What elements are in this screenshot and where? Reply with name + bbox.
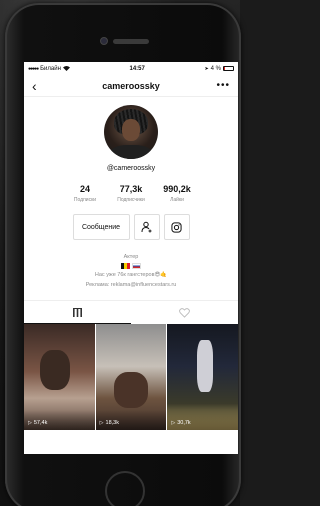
stat-value: 77,3k [119, 184, 143, 194]
bio-line-1: Актер [123, 254, 139, 260]
bio-line-3[interactable]: Реклама: reklama@influencestars.ru [24, 280, 238, 290]
view-count-text: 57,4k [33, 420, 48, 426]
profile-actions: Сообщение [24, 214, 238, 240]
thumb-figure [40, 350, 70, 390]
signal-icon: ●●●●● [28, 65, 39, 72]
username-handle: @cameroossky [106, 165, 156, 172]
earpiece [113, 39, 149, 44]
status-bar: ●●●●● Билайн 14:57 ➤ 4 % [24, 62, 238, 75]
view-count-text: 30,7k [177, 420, 191, 426]
status-time: 14:57 [129, 65, 145, 72]
bio-flags [24, 262, 238, 270]
bio-line-2: Нас уже 76к гангстеров😎🤙 [94, 272, 168, 278]
stat-value: 990,2k [163, 184, 191, 194]
video-thumbnail[interactable]: ▷ 30,7k [167, 324, 238, 430]
instagram-button[interactable] [163, 214, 190, 240]
video-thumbnail[interactable]: ▷ 18,3k [95, 324, 167, 430]
chevron-left-icon[interactable]: ‹ [32, 79, 48, 93]
stat-followers[interactable]: 77,3k Подписчики [108, 184, 154, 203]
battery-icon [223, 66, 234, 71]
location-icon: ➤ [204, 65, 209, 72]
video-thumbnail[interactable]: ▷ 57,4k [24, 324, 95, 430]
avatar-face [122, 119, 140, 141]
stat-label: Подписчики [117, 197, 145, 203]
front-camera [100, 37, 108, 45]
app-screen: ●●●●● Билайн 14:57 ➤ 4 % ‹ cameroossky •… [24, 62, 238, 454]
more-horizontal-icon[interactable]: ••• [214, 80, 230, 91]
status-left: ●●●●● Билайн [28, 66, 70, 72]
message-button[interactable]: Сообщение [72, 214, 130, 240]
heart-icon [179, 307, 190, 318]
video-grid: ▷ 57,4k ▷ 18,3k ▷ 30,7k [24, 324, 238, 430]
stat-label: Подписки [73, 197, 97, 203]
tab-videos[interactable] [24, 301, 131, 324]
profile-bio: Актер Нас уже 76к гангстеров😎🤙 Реклама: … [24, 252, 238, 290]
play-icon: ▷ [28, 420, 32, 426]
stat-likes[interactable]: 990,2k Лайки [154, 184, 200, 203]
view-count-text: 18,3k [105, 420, 119, 426]
view-count: ▷ 30,7k [171, 420, 190, 426]
stat-following[interactable]: 24 Подписки [62, 184, 108, 203]
grid-icon [73, 307, 82, 317]
top-nav: ‹ cameroossky ••• [24, 75, 238, 97]
add-user-icon [141, 221, 151, 233]
view-count: ▷ 18,3k [100, 420, 119, 426]
carrier-name: Билайн [40, 65, 61, 72]
page-title: cameroossky [102, 80, 160, 91]
profile-stats: 24 Подписки 77,3k Подписчики 990,2k Лайк… [24, 184, 238, 203]
battery-percent: 4 % [210, 65, 221, 72]
view-count: ▷ 57,4k [28, 420, 47, 426]
thumb-figure [197, 340, 214, 392]
avatar[interactable] [104, 105, 158, 159]
instagram-icon [171, 221, 182, 233]
stat-label: Лайки [170, 197, 184, 203]
add-friend-button[interactable] [133, 214, 160, 240]
wifi-icon [62, 66, 70, 71]
profile-tabs [24, 300, 238, 324]
status-right: ➤ 4 % [204, 66, 234, 72]
flag-ru-icon [132, 263, 141, 269]
thumb-figure [113, 372, 148, 408]
play-icon: ▷ [99, 420, 104, 426]
avatar-shirt [110, 145, 152, 159]
home-button[interactable] [105, 471, 145, 506]
stat-value: 24 [79, 184, 90, 194]
flag-icon [121, 263, 130, 269]
tab-liked[interactable] [131, 301, 238, 324]
play-icon: ▷ [171, 420, 176, 426]
